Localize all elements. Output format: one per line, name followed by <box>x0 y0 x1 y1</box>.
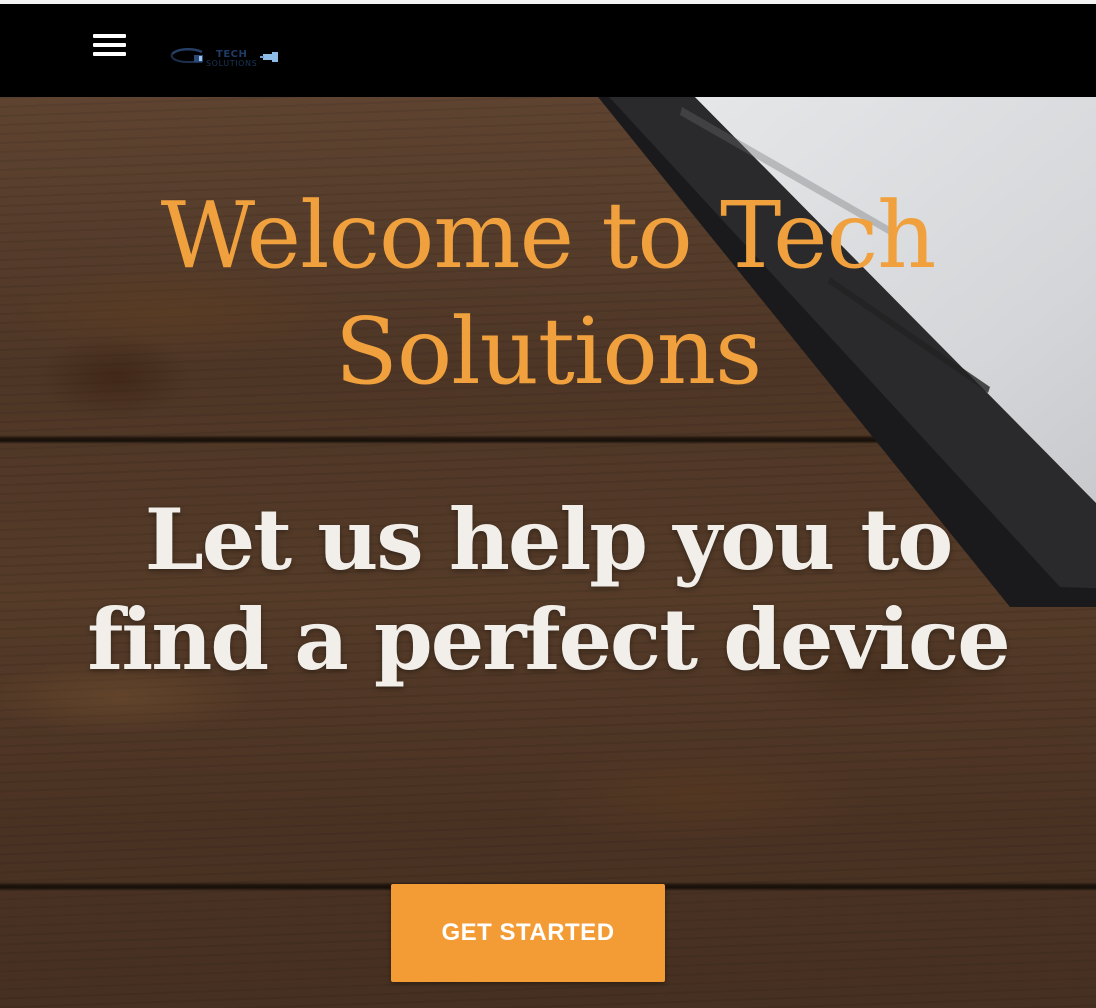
hero-subtitle: Let us help you to find a perfect device <box>87 490 1010 689</box>
wood-plank-gap <box>0 435 1096 444</box>
brand-logo[interactable]: TECH SOLUTIONS <box>168 42 283 76</box>
navbar: TECH SOLUTIONS <box>0 0 1096 97</box>
hamburger-line <box>93 43 126 47</box>
logo-text-sub: SOLUTIONS <box>206 59 258 68</box>
hamburger-line <box>93 52 126 56</box>
get-started-button[interactable]: GET STARTED <box>391 884 665 982</box>
hero-title: Welcome to Tech Solutions <box>160 182 937 405</box>
hamburger-line <box>93 34 126 38</box>
hamburger-menu-icon[interactable] <box>92 34 128 60</box>
hero-section: Welcome to Tech Solutions Let us help yo… <box>0 97 1096 1008</box>
